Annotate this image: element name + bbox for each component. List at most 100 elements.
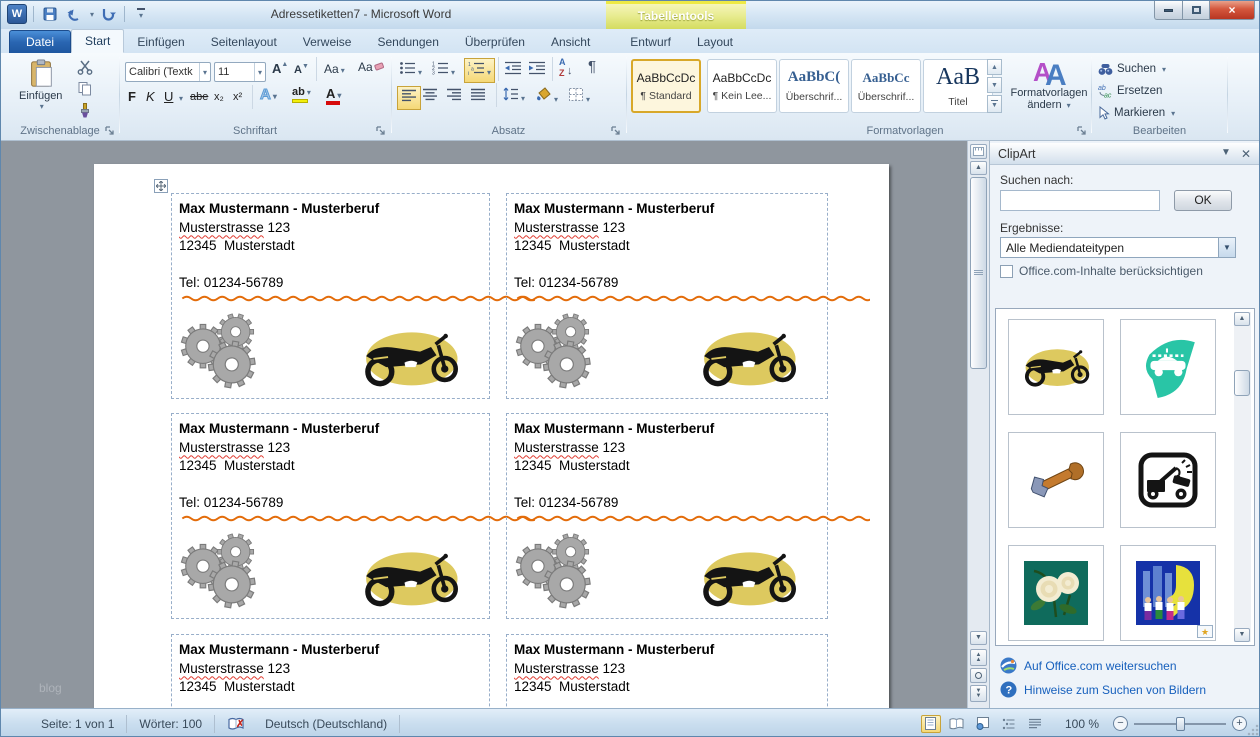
font-name-combo[interactable]: Calibri (Textk ▾ — [125, 62, 211, 82]
word-app-icon[interactable]: W — [7, 4, 27, 24]
multilevel-list-button[interactable]: 1ai ▾ — [464, 58, 495, 83]
bullets-button[interactable]: ▾ — [399, 61, 422, 80]
numbering-button[interactable]: 123 ▾ — [432, 61, 455, 80]
address-label-cell[interactable]: Max Mustermann - Musterberuf Musterstras… — [171, 193, 490, 399]
motorcycle-clipart[interactable] — [353, 546, 467, 610]
include-office-checkbox-row[interactable]: Office.com-Inhalte berücksichtigen — [1000, 264, 1203, 278]
clipart-search-input[interactable] — [1000, 190, 1160, 211]
cut-button[interactable] — [77, 59, 93, 80]
paste-button[interactable]: Einfügen ▾ — [19, 58, 62, 111]
clipboard-dialog-launcher[interactable] — [104, 125, 116, 137]
motorcycle-clipart[interactable] — [353, 326, 467, 390]
zoom-out-button[interactable]: − — [1113, 716, 1128, 731]
font-size-combo[interactable]: 11 ▾ — [214, 62, 266, 82]
results-scrollbar-thumb[interactable] — [1234, 370, 1250, 396]
subscript-button[interactable]: x₂ — [214, 91, 224, 103]
save-button[interactable] — [40, 4, 60, 24]
word-count[interactable]: Wörter: 100 — [127, 715, 215, 733]
format-painter-button[interactable] — [77, 103, 93, 124]
results-scroll-up-button[interactable]: ▲ — [1234, 312, 1250, 326]
address-label-cell[interactable]: Max Mustermann - Musterberuf Musterstras… — [171, 413, 490, 619]
tab-ueberpruefen[interactable]: Überprüfen — [452, 31, 538, 53]
styles-dialog-launcher[interactable] — [1076, 125, 1088, 137]
bold-button[interactable]: F — [128, 89, 136, 105]
styles-gallery-more-button[interactable]: ▼ — [987, 95, 1002, 113]
fullscreen-reading-view-button[interactable] — [947, 715, 967, 733]
gears-clipart[interactable] — [178, 310, 274, 390]
tab-einfuegen[interactable]: Einfügen — [124, 31, 197, 53]
ruler-toggle-button[interactable] — [970, 144, 987, 159]
find-button[interactable]: Suchen ▾ — [1098, 59, 1166, 79]
style-ueberschrift-1[interactable]: AaBbC( Überschrif... — [779, 59, 849, 113]
styles-gallery-down-button[interactable]: ▼ — [987, 77, 1002, 93]
underline-dropdown-arrow-icon[interactable]: ▾ — [179, 94, 183, 103]
change-case-button[interactable]: Aa▾ — [324, 62, 345, 76]
copy-button[interactable] — [77, 81, 93, 102]
zoom-level[interactable]: 100 % — [1065, 717, 1099, 731]
customize-qat-button[interactable]: ▾ — [131, 4, 151, 24]
text-effects-button[interactable]: A▾ — [260, 86, 277, 103]
clipart-result-people-city[interactable]: ★ — [1120, 545, 1216, 641]
tab-start[interactable]: Start — [71, 29, 124, 53]
address-label-cell[interactable]: Max Mustermann - Musterberuf Musterstras… — [506, 413, 828, 619]
draft-view-button[interactable] — [1025, 715, 1045, 733]
font-dialog-launcher[interactable] — [375, 125, 387, 137]
increase-indent-button[interactable] — [528, 61, 546, 80]
change-styles-button[interactable]: A A Formatvorlagen ändern ▾ — [1009, 57, 1089, 111]
motorcycle-clipart[interactable] — [691, 546, 805, 610]
zoom-slider-thumb[interactable] — [1176, 717, 1185, 731]
table-move-handle[interactable] — [154, 179, 168, 193]
show-marks-button[interactable]: ¶ — [588, 58, 596, 75]
borders-button[interactable]: ▾ — [568, 87, 590, 107]
grow-font-button[interactable]: A▲ — [272, 61, 288, 76]
tab-layout[interactable]: Layout — [684, 31, 746, 53]
page-indicator[interactable]: Seite: 1 von 1 — [29, 715, 127, 733]
zoom-in-button[interactable]: + — [1232, 716, 1247, 731]
decrease-indent-button[interactable] — [504, 61, 522, 80]
clipart-result-taxi[interactable] — [1120, 319, 1216, 415]
clipart-result-motorcycle[interactable] — [1008, 319, 1104, 415]
tab-seitenlayout[interactable]: Seitenlayout — [198, 31, 290, 53]
paragraph-dialog-launcher[interactable] — [610, 125, 622, 137]
style-ueberschrift-2[interactable]: AaBbCc Überschrif... — [851, 59, 921, 113]
style-kein-leerraum[interactable]: AaBbCcDc ¶ Kein Lee... — [707, 59, 777, 113]
undo-dropdown-arrow-icon[interactable]: ▾ — [90, 10, 94, 19]
pane-close-icon[interactable]: ✕ — [1241, 147, 1251, 161]
tab-datei[interactable]: Datei — [9, 30, 71, 53]
address-label-cell[interactable]: Max Mustermann - Musterberuf Musterstras… — [171, 634, 490, 708]
gears-clipart[interactable] — [513, 530, 609, 610]
scroll-up-button[interactable]: ▲ — [970, 161, 987, 175]
align-left-button[interactable] — [397, 86, 421, 110]
scrollbar-thumb[interactable] — [970, 177, 987, 369]
print-layout-view-button[interactable] — [921, 715, 941, 733]
align-center-button[interactable] — [422, 88, 438, 106]
address-label-cell[interactable]: Max Mustermann - Musterberuf Musterstras… — [506, 634, 828, 708]
select-button[interactable]: Markieren ▾ — [1098, 103, 1175, 123]
clipart-result-roses[interactable] — [1008, 545, 1104, 641]
browse-object-button[interactable] — [970, 668, 987, 683]
justify-button[interactable] — [470, 88, 486, 106]
search-hints-link[interactable]: ? Hinweise zum Suchen von Bildern — [1000, 681, 1206, 698]
replace-button[interactable]: ab ac Ersetzen — [1098, 81, 1162, 101]
style-titel[interactable]: AaB Titel — [923, 59, 993, 113]
clipart-result-wrench[interactable] — [1008, 432, 1104, 528]
media-type-dropdown[interactable]: Alle Mediendateitypen ▼ — [1000, 237, 1236, 258]
pane-menu-arrow-icon[interactable]: ▼ — [1221, 147, 1231, 161]
results-scroll-down-button[interactable]: ▼ — [1234, 628, 1250, 642]
font-color-button[interactable]: A▾ — [326, 86, 341, 105]
sort-button[interactable]: A Z ↓ — [559, 58, 573, 78]
underline-button[interactable]: U — [164, 89, 173, 105]
ok-button[interactable]: OK — [1174, 190, 1232, 211]
zoom-slider[interactable] — [1134, 723, 1226, 725]
redo-button[interactable] — [98, 4, 118, 24]
tab-entwurf[interactable]: Entwurf — [617, 31, 684, 53]
shading-button[interactable]: ▾ — [535, 87, 558, 107]
style-standard[interactable]: AaBbCcDc ¶ Standard — [631, 59, 701, 113]
align-right-button[interactable] — [446, 88, 462, 106]
address-label-cell[interactable]: Max Mustermann - Musterberuf Musterstras… — [506, 193, 828, 399]
superscript-button[interactable]: x² — [233, 91, 242, 103]
italic-button[interactable]: K — [146, 89, 155, 105]
close-button[interactable]: × — [1210, 1, 1255, 20]
motorcycle-clipart[interactable] — [691, 326, 805, 390]
pane-header[interactable]: ClipArt ▼ ✕ — [990, 143, 1259, 165]
